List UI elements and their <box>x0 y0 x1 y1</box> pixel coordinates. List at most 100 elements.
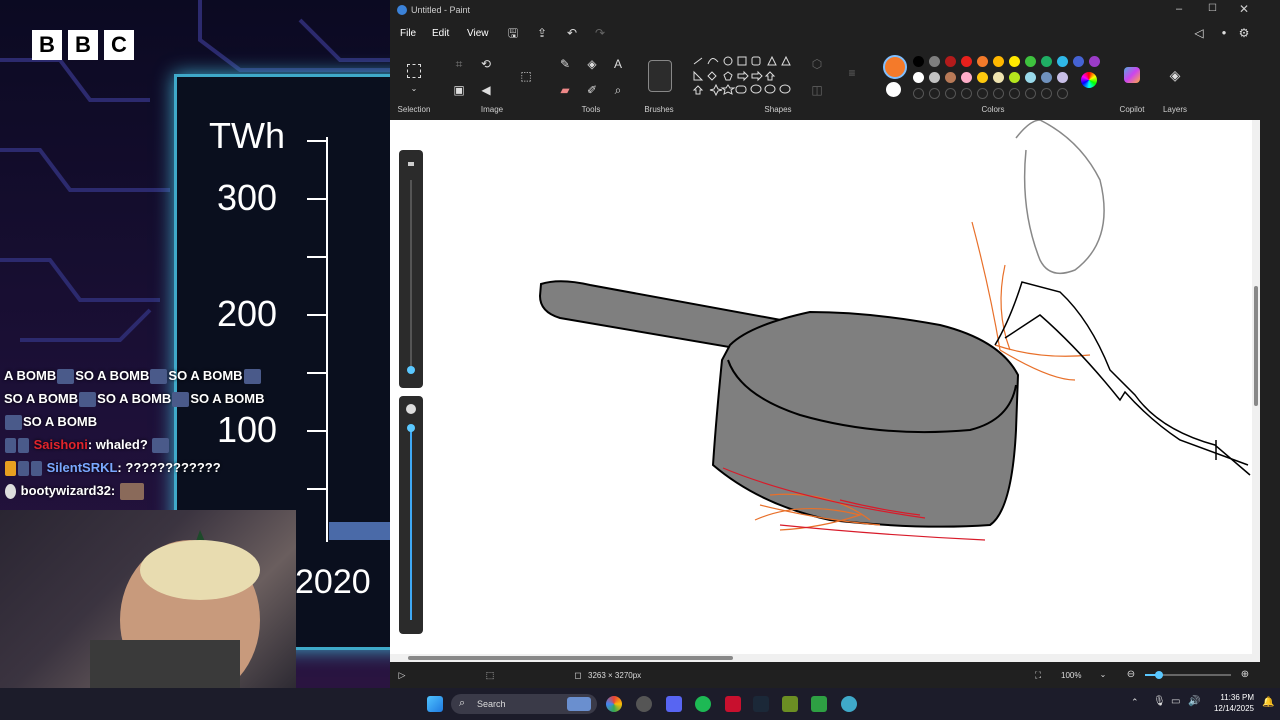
custom-color-slot[interactable] <box>913 88 924 99</box>
maximize-icon[interactable]: ☐ <box>1208 3 1217 14</box>
redo-icon[interactable]: ↷ <box>593 26 607 40</box>
opacity-slider-thumb[interactable] <box>407 424 415 432</box>
color-swatch[interactable] <box>1089 56 1100 67</box>
menu-file[interactable]: File <box>400 28 416 39</box>
undo-icon[interactable]: ↶ <box>565 26 579 40</box>
app-icon[interactable] <box>811 696 827 712</box>
account-icon[interactable]: ● <box>1217 26 1231 40</box>
rotate-icon[interactable]: ⟲ <box>479 57 493 71</box>
fill-icon[interactable]: ◫ <box>810 83 824 97</box>
color-swatch[interactable] <box>913 72 924 83</box>
share-icon[interactable]: ⇪ <box>535 26 549 40</box>
color-swatch[interactable] <box>977 72 988 83</box>
color-swatch[interactable] <box>945 72 956 83</box>
menu-edit[interactable]: Edit <box>432 28 449 39</box>
settings-gear-icon[interactable]: ⚙ <box>1237 26 1251 40</box>
minecraft-icon[interactable] <box>782 696 798 712</box>
minimize-icon[interactable]: – <box>1176 3 1182 15</box>
custom-color-slot[interactable] <box>1041 88 1052 99</box>
color-swatch[interactable] <box>945 56 956 67</box>
chrome-icon[interactable] <box>606 696 622 712</box>
save-icon[interactable]: 🖫 <box>506 26 520 40</box>
custom-color-slot[interactable] <box>977 88 988 99</box>
color-swatch[interactable] <box>1057 56 1068 67</box>
color-swatch[interactable] <box>1073 56 1084 67</box>
brush-selector-button[interactable] <box>648 60 672 92</box>
network-icon[interactable]: ▭ <box>1171 696 1180 707</box>
custom-color-slot[interactable] <box>993 88 1004 99</box>
layers-icon[interactable]: ◈ <box>1168 68 1182 82</box>
size-slider-track[interactable] <box>410 180 412 370</box>
menu-view[interactable]: View <box>467 28 489 39</box>
color-swatch[interactable] <box>1009 72 1020 83</box>
app-icon[interactable] <box>725 696 741 712</box>
volume-icon[interactable]: 🔊 <box>1188 696 1200 707</box>
steam-icon[interactable] <box>753 696 769 712</box>
custom-color-slot[interactable] <box>1025 88 1036 99</box>
color-swatch[interactable] <box>1025 72 1036 83</box>
custom-color-slot[interactable] <box>1009 88 1020 99</box>
paint-taskbar-icon[interactable] <box>841 696 857 712</box>
primary-color-swatch[interactable] <box>883 55 907 79</box>
edit-colors-icon[interactable] <box>1081 72 1097 88</box>
obs-icon[interactable] <box>636 696 652 712</box>
custom-color-slot[interactable] <box>945 88 956 99</box>
chevron-down-icon[interactable]: ⌄ <box>1096 668 1110 682</box>
color-swatch[interactable] <box>1009 56 1020 67</box>
size-slider-thumb[interactable] <box>407 366 415 374</box>
shapes-gallery[interactable] <box>690 54 798 106</box>
spotify-icon[interactable] <box>695 696 711 712</box>
shape-size-icon[interactable]: ≡ <box>845 66 859 80</box>
horizontal-scrollbar[interactable] <box>390 654 1260 662</box>
fit-to-window-icon[interactable]: ⛶ <box>1031 668 1045 682</box>
discord-icon[interactable] <box>666 696 682 712</box>
custom-color-slot[interactable] <box>1057 88 1068 99</box>
image-select-icon[interactable]: ⬚ <box>519 69 533 83</box>
color-swatch[interactable] <box>961 72 972 83</box>
color-swatch[interactable] <box>913 56 924 67</box>
color-swatch[interactable] <box>929 72 940 83</box>
selection-tool-icon[interactable] <box>407 64 421 78</box>
color-swatch[interactable] <box>1041 72 1052 83</box>
color-swatch[interactable] <box>977 56 988 67</box>
custom-color-slot[interactable] <box>929 88 940 99</box>
outline-icon[interactable]: ⬡ <box>810 57 824 71</box>
pencil-icon[interactable]: ✎ <box>558 57 572 71</box>
chevron-down-icon[interactable]: ⌄ <box>407 82 421 96</box>
color-swatch[interactable] <box>929 56 940 67</box>
copilot-icon[interactable] <box>1124 67 1140 83</box>
color-swatch[interactable] <box>993 56 1004 67</box>
flip-icon[interactable]: ◀ <box>479 83 493 97</box>
secondary-color-swatch[interactable] <box>886 82 901 97</box>
zoom-level-dropdown[interactable]: 100% <box>1061 671 1081 680</box>
taskbar-search-box[interactable]: ⌕ Search <box>451 694 597 714</box>
clock-date[interactable]: 12/14/2025 <box>1210 704 1254 713</box>
color-picker-icon[interactable]: ✐ <box>585 83 599 97</box>
zoom-out-icon[interactable]: ⊖ <box>1124 668 1138 682</box>
color-swatch[interactable] <box>1025 56 1036 67</box>
horizontal-scroll-thumb[interactable] <box>408 656 733 660</box>
vertical-scroll-thumb[interactable] <box>1254 286 1258 406</box>
text-tool-icon[interactable]: A <box>611 57 625 71</box>
opacity-slider-track[interactable] <box>410 426 412 620</box>
zoom-in-icon[interactable]: ⊕ <box>1238 668 1252 682</box>
microphone-icon[interactable]: 🎙 <box>1153 696 1166 707</box>
pan-drawing[interactable] <box>390 119 1260 654</box>
crop-icon[interactable]: ⌗ <box>452 57 466 71</box>
color-swatch[interactable] <box>993 72 1004 83</box>
start-windows-icon[interactable] <box>427 696 443 712</box>
clock-time[interactable]: 11:36 PM <box>1214 693 1254 702</box>
color-swatch[interactable] <box>1057 72 1068 83</box>
eraser-icon[interactable]: ▰ <box>558 83 572 97</box>
resize-icon[interactable]: ▣ <box>452 83 466 97</box>
zoom-slider-thumb[interactable] <box>1155 671 1163 679</box>
custom-color-slot[interactable] <box>961 88 972 99</box>
close-icon[interactable]: ✕ <box>1239 2 1249 16</box>
notification-bell-icon[interactable]: 🔔 <box>1262 697 1274 708</box>
vertical-scrollbar[interactable] <box>1252 120 1260 654</box>
drawing-canvas[interactable] <box>390 119 1260 654</box>
fill-bucket-icon[interactable]: ◈ <box>585 57 599 71</box>
feedback-icon[interactable]: ◁ <box>1192 26 1206 40</box>
chevron-up-icon[interactable]: ⌃ <box>1131 697 1139 708</box>
color-swatch[interactable] <box>961 56 972 67</box>
